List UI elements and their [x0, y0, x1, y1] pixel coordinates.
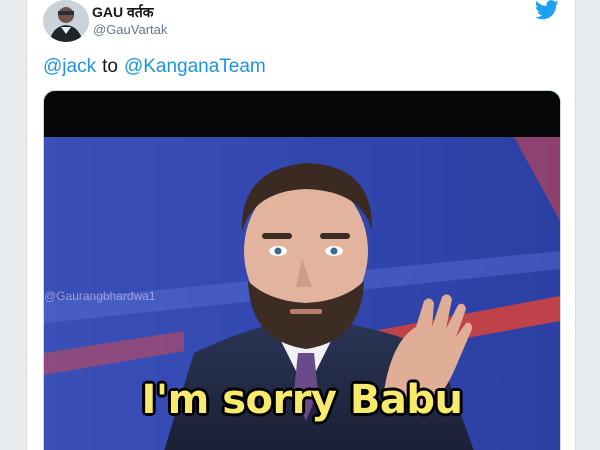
tweet-connector-text: to — [102, 56, 118, 77]
tweet-card: GAU वर्तक @GauVartak @jack to @KanganaTeam — [26, 0, 576, 450]
author-display-name[interactable]: GAU वर्तक — [92, 3, 154, 22]
tweet-text: @jack to @KanganaTeam — [43, 56, 266, 78]
tweet-header: GAU वर्तक @GauVartak — [27, 0, 575, 50]
mention-jack-link[interactable]: @jack — [43, 56, 96, 77]
meme-watermark: @Gaurangbhardwa1 — [44, 289, 156, 303]
mention-kanganateam-link[interactable]: @KanganaTeam — [124, 56, 266, 77]
tweet-media[interactable]: @Gaurangbhardwa1 I'm sorry Babu — [43, 90, 561, 450]
meme-caption: I'm sorry Babu — [141, 377, 463, 423]
author-avatar[interactable] — [43, 0, 89, 42]
author-handle[interactable]: @GauVartak — [93, 22, 167, 37]
twitter-bird-icon[interactable] — [534, 0, 559, 20]
